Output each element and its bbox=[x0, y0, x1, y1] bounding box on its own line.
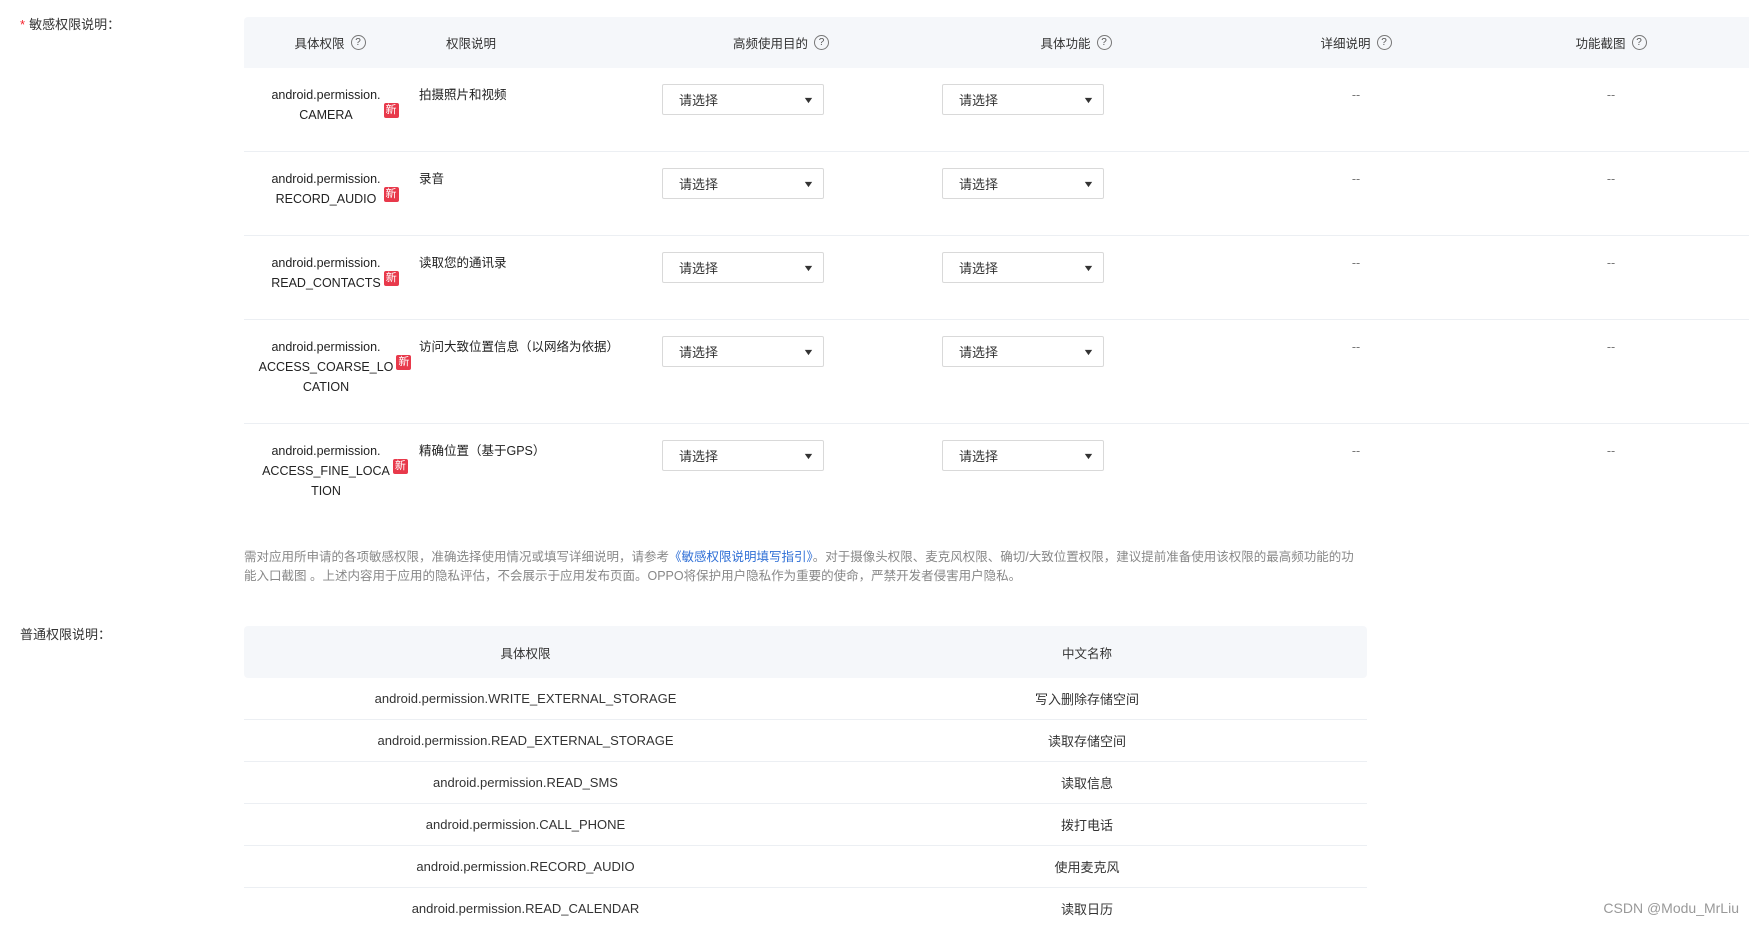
name-value: 读取日历 bbox=[1060, 902, 1113, 917]
chevron-down-icon: ▼ bbox=[802, 450, 815, 461]
new-badge: 新 bbox=[383, 271, 399, 286]
screenshot-value: -- bbox=[1606, 340, 1616, 354]
sensitive-permissions-label: * 敏感权限说明： bbox=[20, 17, 121, 32]
function-select[interactable]: 请选择 ▼ bbox=[942, 168, 1104, 199]
chevron-down-icon: ▼ bbox=[1082, 94, 1095, 105]
screenshot-value: -- bbox=[1606, 444, 1616, 458]
chevron-down-icon: ▼ bbox=[1082, 346, 1095, 357]
header-desc: 权限说明 bbox=[446, 37, 497, 51]
chevron-down-icon: ▼ bbox=[1082, 262, 1095, 273]
watermark: CSDN @Modu_MrLiu bbox=[1603, 900, 1739, 916]
table-header: 具体权限? 权限说明 高频使用目的? 具体功能? 详细说明? 功能截图? bbox=[244, 17, 1749, 68]
guide-link[interactable]: 《敏感权限说明填写指引》 bbox=[669, 550, 813, 564]
chevron-down-icon: ▼ bbox=[802, 94, 815, 105]
detail-value: -- bbox=[1351, 256, 1361, 270]
function-select[interactable]: 请选择 ▼ bbox=[942, 84, 1104, 115]
help-icon[interactable]: ? bbox=[1096, 35, 1112, 50]
detail-value: -- bbox=[1351, 444, 1361, 458]
function-select[interactable]: 请选择 ▼ bbox=[942, 336, 1104, 367]
perm-value: android.permission.READ_EXTERNAL_STORAGE bbox=[377, 733, 674, 748]
screenshot-value: -- bbox=[1606, 88, 1616, 102]
perm-desc: 访问大致位置信息（以网络为依据） bbox=[419, 340, 620, 354]
function-select[interactable]: 请选择 ▼ bbox=[942, 252, 1104, 283]
screenshot-value: -- bbox=[1606, 256, 1616, 270]
new-badge: 新 bbox=[392, 459, 408, 474]
detail-value: -- bbox=[1351, 340, 1361, 354]
chevron-down-icon: ▼ bbox=[1082, 178, 1095, 189]
required-mark: * bbox=[20, 17, 26, 32]
perm-cell: android.permission. ACCESS_FINE_LOCA TIO… bbox=[262, 444, 408, 498]
perm-value: android.permission.READ_CALENDAR bbox=[411, 901, 640, 916]
chevron-down-icon: ▼ bbox=[802, 262, 815, 273]
perm-value: android.permission.READ_SMS bbox=[433, 775, 618, 790]
table-row: android.permission.RECORD_AUDIO 使用麦克风 bbox=[244, 846, 1367, 888]
name-value: 读取存储空间 bbox=[1047, 734, 1126, 749]
name-value: 拨打电话 bbox=[1060, 818, 1113, 833]
chevron-down-icon: ▼ bbox=[802, 178, 815, 189]
new-badge: 新 bbox=[396, 355, 412, 370]
perm-desc: 精确位置（基于GPS） bbox=[419, 444, 546, 458]
header-name: 中文名称 bbox=[1061, 646, 1112, 661]
table-row: android.permission. READ_CONTACTS 新 读取您的… bbox=[244, 236, 1749, 320]
purpose-select[interactable]: 请选择 ▼ bbox=[662, 440, 824, 471]
table-row: android.permission.READ_EXTERNAL_STORAGE… bbox=[244, 720, 1367, 762]
perm-desc: 录音 bbox=[419, 172, 445, 186]
purpose-select[interactable]: 请选择 ▼ bbox=[662, 336, 824, 367]
new-badge: 新 bbox=[383, 187, 399, 202]
table-row: android.permission.WRITE_EXTERNAL_STORAG… bbox=[244, 678, 1367, 720]
header-detail: 详细说明? bbox=[1226, 33, 1486, 52]
table-header: 具体权限 中文名称 bbox=[244, 626, 1367, 678]
perm-cell: android.permission. CAMERA 新 bbox=[271, 88, 399, 122]
perm-desc: 读取您的通讯录 bbox=[419, 256, 507, 270]
help-icon[interactable]: ? bbox=[350, 35, 366, 50]
purpose-select[interactable]: 请选择 ▼ bbox=[662, 252, 824, 283]
name-value: 读取信息 bbox=[1060, 776, 1113, 791]
header-function: 具体功能? bbox=[926, 33, 1226, 52]
normal-permissions-table: 具体权限 中文名称 android.permission.WRITE_EXTER… bbox=[244, 626, 1367, 929]
table-row: android.permission. ACCESS_FINE_LOCA TIO… bbox=[244, 424, 1749, 524]
chevron-down-icon: ▼ bbox=[802, 346, 815, 357]
table-row: android.permission. CAMERA 新 拍摄照片和视频 请选择… bbox=[244, 68, 1749, 152]
name-value: 写入删除存储空间 bbox=[1034, 692, 1139, 707]
perm-cell: android.permission. ACCESS_COARSE_LO CAT… bbox=[258, 340, 412, 394]
perm-value: android.permission.WRITE_EXTERNAL_STORAG… bbox=[374, 691, 677, 706]
header-perm: 具体权限 bbox=[500, 646, 551, 661]
perm-value: android.permission.CALL_PHONE bbox=[425, 817, 626, 832]
table-row: android.permission.CALL_PHONE 拨打电话 bbox=[244, 804, 1367, 846]
screenshot-value: -- bbox=[1606, 172, 1616, 186]
table-row: android.permission. ACCESS_COARSE_LO CAT… bbox=[244, 320, 1749, 424]
detail-value: -- bbox=[1351, 172, 1361, 186]
normal-permissions-label: 普通权限说明： bbox=[20, 627, 112, 642]
help-icon[interactable]: ? bbox=[814, 35, 829, 50]
header-screenshot: 功能截图? bbox=[1486, 33, 1736, 52]
table-row: android.permission.READ_CALENDAR 读取日历 bbox=[244, 888, 1367, 929]
help-icon[interactable]: ? bbox=[1631, 35, 1647, 50]
sensitive-permissions-note: 需对应用所申请的各项敏感权限，准确选择使用情况或填写详细说明，请参考《敏感权限说… bbox=[244, 550, 1354, 583]
name-value: 使用麦克风 bbox=[1054, 860, 1120, 875]
sensitive-permissions-table: 具体权限? 权限说明 高频使用目的? 具体功能? 详细说明? 功能截图? and… bbox=[244, 17, 1749, 524]
perm-desc: 拍摄照片和视频 bbox=[419, 88, 507, 102]
perm-cell: android.permission. READ_CONTACTS 新 bbox=[271, 256, 399, 290]
purpose-select[interactable]: 请选择 ▼ bbox=[662, 84, 824, 115]
table-row: android.permission. RECORD_AUDIO 新 录音 请选… bbox=[244, 152, 1749, 236]
function-select[interactable]: 请选择 ▼ bbox=[942, 440, 1104, 471]
header-perm: 具体权限? bbox=[244, 33, 416, 52]
perm-value: android.permission.RECORD_AUDIO bbox=[416, 859, 635, 874]
purpose-select[interactable]: 请选择 ▼ bbox=[662, 168, 824, 199]
table-row: android.permission.READ_SMS 读取信息 bbox=[244, 762, 1367, 804]
help-icon[interactable]: ? bbox=[1376, 35, 1392, 50]
detail-value: -- bbox=[1351, 88, 1361, 102]
new-badge: 新 bbox=[383, 103, 399, 118]
perm-cell: android.permission. RECORD_AUDIO 新 bbox=[271, 172, 399, 206]
header-purpose: 高频使用目的? bbox=[636, 33, 926, 52]
chevron-down-icon: ▼ bbox=[1082, 450, 1095, 461]
